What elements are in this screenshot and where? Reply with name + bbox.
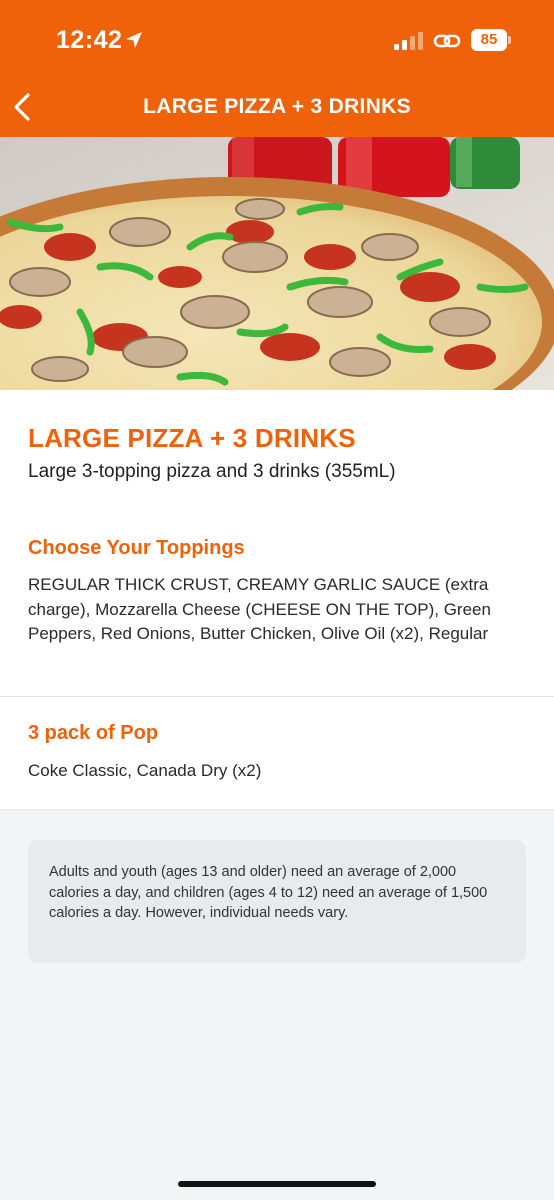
signal-bars-icon: [394, 32, 423, 50]
section-body-pop: Coke Classic, Canada Dry (x2): [28, 761, 262, 780]
battery-icon: 85: [471, 29, 511, 51]
pizza-photo: [0, 137, 554, 390]
divider: [0, 696, 554, 697]
link-icon: [433, 34, 461, 48]
home-indicator[interactable]: [178, 1181, 376, 1187]
section-title-pop: 3 pack of Pop: [28, 722, 159, 744]
nav-bar: LARGE PIZZA + 3 DRINKS: [0, 80, 554, 137]
section-title-toppings: Choose Your Toppings: [28, 537, 245, 559]
item-title: LARGE PIZZA + 3 DRINKS: [28, 423, 356, 453]
section-body-toppings: REGULAR THICK CRUST, CREAMY GARLIC SAUCE…: [28, 575, 491, 643]
battery-level: 85: [471, 29, 507, 51]
status-time: 12:42: [56, 26, 123, 54]
status-bar: 12:42 85: [0, 0, 554, 80]
location-arrow-icon: [126, 32, 142, 48]
item-details-card: LARGE PIZZA + 3 DRINKS Large 3-topping p…: [0, 390, 554, 810]
app-header: 12:42 85 LARGE PIZZA + 3 DRINKS: [0, 0, 554, 137]
calorie-note: Adults and youth (ages 13 and older) nee…: [28, 840, 526, 963]
divider: [0, 809, 554, 810]
battery-tip: [508, 36, 511, 44]
nav-title: LARGE PIZZA + 3 DRINKS: [143, 95, 411, 118]
item-description: Large 3-topping pizza and 3 drinks (355m…: [28, 461, 396, 482]
product-image: [0, 137, 554, 390]
